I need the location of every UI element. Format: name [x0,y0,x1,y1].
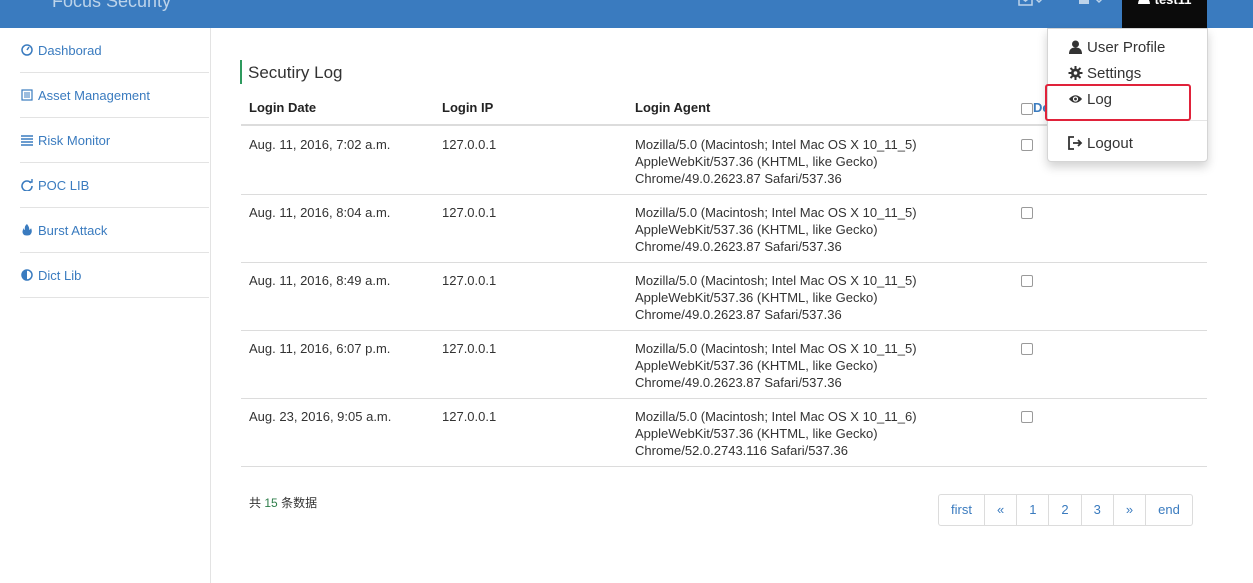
agent-line: AppleWebKit/537.36 (KHTML, like Gecko) [635,222,878,237]
agent-line: Mozilla/5.0 (Macintosh; Intel Mac OS X 1… [635,341,917,356]
table-row: Aug. 23, 2016, 9:05 a.m. 127.0.0.1 Mozil… [241,398,1207,467]
logout-icon [1068,136,1083,150]
menu-item-settings[interactable]: Settings [1048,61,1207,85]
row-select-checkbox[interactable] [1021,207,1033,219]
login-date-cell: Aug. 23, 2016, 9:05 a.m. [249,409,392,424]
agent-line: AppleWebKit/537.36 (KHTML, like Gecko) [635,154,878,169]
login-agent-cell: Mozilla/5.0 (Macintosh; Intel Mac OS X 1… [635,136,917,187]
login-date-cell: Aug. 11, 2016, 8:04 a.m. [249,205,391,220]
column-header-login-ip[interactable]: Login IP [442,100,493,115]
bell-icon[interactable] [1076,0,1106,9]
log-highlight-box [1045,84,1191,121]
agent-line: Chrome/49.0.2623.87 Safari/537.36 [635,375,842,390]
fire-icon [22,224,32,236]
menu-item-label: User Profile [1087,38,1166,56]
menu-item-logout[interactable]: Logout [1048,131,1207,155]
login-date-cell: Aug. 11, 2016, 8:49 a.m. [249,273,391,288]
sidebar-item-label: Risk Monitor [38,132,111,148]
row-select-checkbox[interactable] [1021,411,1033,423]
login-date-cell: Aug. 11, 2016, 6:07 p.m. [249,341,391,356]
user-name: test11 [1137,0,1192,7]
user-menu-toggle[interactable]: test11 [1122,0,1207,28]
agent-line: Chrome/49.0.2623.87 Safari/537.36 [635,171,842,186]
login-agent-cell: Mozilla/5.0 (Macintosh; Intel Mac OS X 1… [635,408,917,459]
login-ip-cell: 127.0.0.1 [442,137,497,152]
sidebar-item-burst-attack[interactable]: Burst Attack [20,208,209,253]
row-select-checkbox[interactable] [1021,343,1033,355]
sidebar-item-dict-lib[interactable]: Dict Lib [20,253,209,298]
table-row: Aug. 11, 2016, 8:49 a.m. 127.0.0.1 Mozil… [241,262,1207,331]
menu-item-label: Settings [1087,64,1142,82]
table-row: Aug. 11, 2016, 6:07 p.m. 127.0.0.1 Mozil… [241,330,1207,399]
agent-line: Mozilla/5.0 (Macintosh; Intel Mac OS X 1… [635,205,917,220]
list-icon [21,89,33,101]
column-header-login-date[interactable]: Login Date [249,100,316,115]
agent-line: Mozilla/5.0 (Macintosh; Intel Mac OS X 1… [635,137,917,152]
agent-line: Chrome/52.0.2743.116 Safari/537.36 [635,443,848,458]
sidebar-item-label: Asset Management [38,87,151,103]
page-title: Secutiry Log [248,63,343,82]
total-count-text: 共 15 条数据 [249,494,317,511]
dashboard-icon [21,44,33,56]
row-select-checkbox[interactable] [1021,275,1033,287]
login-date-cell: Aug. 11, 2016, 7:02 a.m. [249,137,391,152]
page-2-button[interactable]: 2 [1048,495,1080,525]
login-agent-cell: Mozilla/5.0 (Macintosh; Intel Mac OS X 1… [635,204,917,255]
agent-line: AppleWebKit/537.36 (KHTML, like Gecko) [635,358,878,373]
page-next-button[interactable]: » [1112,495,1145,525]
refresh-icon [21,179,33,191]
page-end-button[interactable]: end [1145,495,1192,525]
login-ip-cell: 127.0.0.1 [442,273,497,288]
agent-line: Mozilla/5.0 (Macintosh; Intel Mac OS X 1… [635,409,917,424]
total-suffix: 条数据 [281,496,318,510]
agent-line: Chrome/49.0.2623.87 Safari/537.36 [635,307,842,322]
user-icon [1069,40,1082,54]
sidebar-item-label: Dict Lib [38,267,82,283]
login-agent-cell: Mozilla/5.0 (Macintosh; Intel Mac OS X 1… [635,340,917,391]
sidebar-item-asset-management[interactable]: Asset Management [20,73,209,118]
login-ip-cell: 127.0.0.1 [442,205,497,220]
login-ip-cell: 127.0.0.1 [442,341,497,356]
sidebar-item-label: POC LIB [38,177,90,193]
mail-icon[interactable] [1018,0,1044,9]
list-icon [21,135,33,146]
table-row: Aug. 11, 2016, 8:04 a.m. 127.0.0.1 Mozil… [241,194,1207,263]
sidebar-item-risk-monitor[interactable]: Risk Monitor [20,118,209,163]
agent-line: AppleWebKit/537.36 (KHTML, like Gecko) [635,426,878,441]
user-icon [1138,0,1150,4]
sidebar-item-label: Dashborad [38,42,102,58]
user-name-label: test11 [1155,0,1192,7]
login-agent-cell: Mozilla/5.0 (Macintosh; Intel Mac OS X 1… [635,272,917,323]
page-1-button[interactable]: 1 [1016,495,1048,525]
brand-title[interactable]: Focus Security [52,0,171,12]
gear-icon [1068,66,1083,80]
title-accent-bar [240,60,242,84]
row-select-checkbox[interactable] [1021,139,1033,151]
page-prev-button[interactable]: « [983,495,1016,525]
column-header-login-agent[interactable]: Login Agent [635,100,710,115]
page-first-button[interactable]: first [939,495,984,525]
half-circle-icon [21,269,33,281]
sidebar: Dashborad Asset Management Risk Monitor … [0,28,211,583]
menu-item-label: Logout [1087,134,1133,152]
agent-line: Mozilla/5.0 (Macintosh; Intel Mac OS X 1… [635,273,917,288]
page-3-button[interactable]: 3 [1080,495,1113,525]
select-all-checkbox[interactable] [1021,103,1033,115]
agent-line: Chrome/49.0.2623.87 Safari/537.36 [635,239,842,254]
agent-line: AppleWebKit/537.36 (KHTML, like Gecko) [635,290,878,305]
sidebar-item-dashboard[interactable]: Dashborad [20,28,209,73]
pagination: first « 1 2 3 » end [938,494,1193,526]
login-ip-cell: 127.0.0.1 [442,409,497,424]
sidebar-item-label: Burst Attack [38,222,108,238]
total-count: 15 [264,496,278,510]
sidebar-item-poc-lib[interactable]: POC LIB [20,163,209,208]
top-navbar: Focus Security test11 [0,0,1253,28]
total-prefix: 共 [249,496,262,510]
menu-item-user-profile[interactable]: User Profile [1048,35,1207,59]
